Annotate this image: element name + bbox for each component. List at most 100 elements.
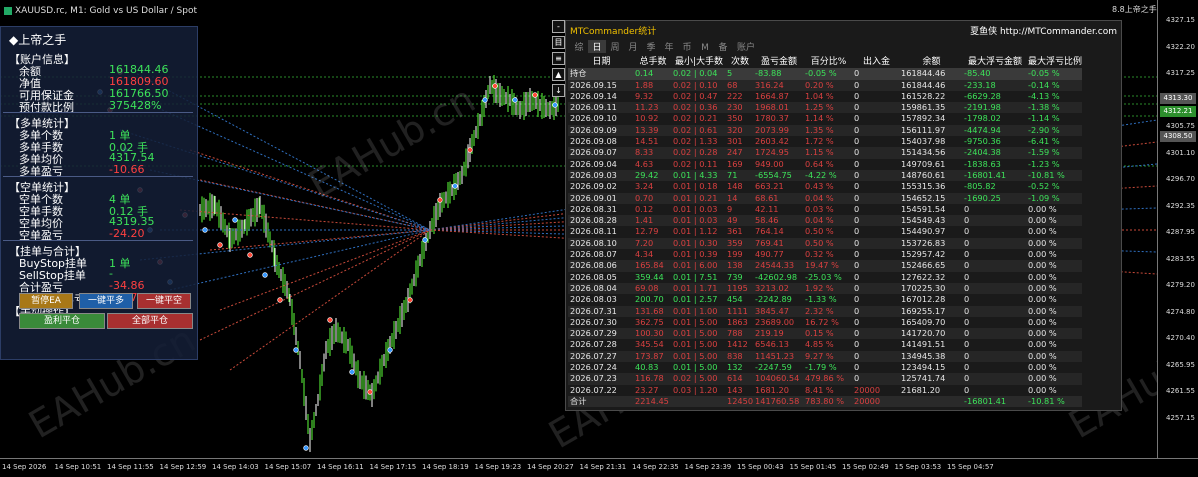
table-cell: 0	[854, 124, 860, 135]
table-cell: -6554.75	[755, 169, 792, 180]
table-cell: -83.88	[755, 68, 782, 79]
table-row: 2026.09.01 0.70 0.01 | 0.21 14 68.61 0.04 % 0 1…	[568, 192, 1083, 204]
table-cell: 8.33	[635, 147, 654, 158]
close-long-button[interactable]: 一键平多	[79, 293, 133, 309]
table-cell: 154037.98	[901, 136, 946, 147]
table-cell: 0.00 %	[1028, 294, 1057, 305]
table-cell: 0.02 | 0.04	[673, 68, 718, 79]
price-scale[interactable]: 4327.154322.204317.254310.704305.754301.…	[1157, 0, 1198, 458]
table-cell: -1.33 %	[805, 294, 837, 305]
mtc-title: MTCommander统计	[570, 27, 657, 37]
mtc-side-button[interactable]: -	[552, 20, 565, 33]
table-cell: 769.41	[755, 237, 784, 248]
price-tick-label: 4322.20	[1166, 42, 1195, 51]
table-cell: 2026.08.31	[570, 203, 617, 214]
table-row: 2026.08.06 165.84 0.01 | 6.00 138 24544.33 19…	[568, 260, 1083, 272]
close-profit-button[interactable]: 盈利平仓	[19, 313, 105, 329]
mtc-tab[interactable]: 币	[678, 40, 696, 53]
pause-ea-button[interactable]: 暂停EA	[19, 293, 73, 309]
table-cell: 0	[854, 316, 860, 327]
table-cell: 29.42	[635, 169, 659, 180]
order-marker	[232, 217, 238, 223]
table-cell: 8.41 %	[805, 384, 834, 395]
table-cell: -1.79 %	[805, 362, 837, 373]
mtc-tab[interactable]: 日	[588, 40, 606, 53]
mtc-tab[interactable]: 月	[624, 40, 642, 53]
table-cell: 0.02 | 0.61	[673, 124, 718, 135]
mtc-side-button[interactable]: ▲	[552, 68, 565, 81]
order-marker	[552, 102, 558, 108]
table-total-row: 合计 2214.45 12450 141760.58 783.80 % 20000 -168…	[568, 395, 1083, 408]
mtc-tab[interactable]: M	[696, 43, 714, 53]
mtc-tab[interactable]: 年	[660, 40, 678, 53]
table-cell: 14.51	[635, 136, 659, 147]
table-cell: 2026.08.28	[570, 215, 617, 226]
table-cell: 0.14	[635, 68, 654, 79]
mtc-tab[interactable]: 综	[570, 40, 588, 53]
mtc-brand[interactable]: 夏鱼侠 http://MTCommander.com	[970, 24, 1117, 37]
time-tick-label: 14 Sep 21:31	[579, 463, 627, 471]
table-cell: 0.03 | 1.20	[673, 384, 718, 395]
table-cell: 100.30	[635, 328, 664, 339]
table-cell: 11.23	[635, 102, 659, 113]
table-cell: 116.78	[635, 373, 664, 384]
total-cell: 12450	[727, 395, 754, 406]
mtc-side-button[interactable]: 目	[552, 36, 565, 49]
total-cell: 141760.58	[755, 395, 800, 406]
table-cell: 1.92 %	[805, 282, 834, 293]
table-cell: 0.00 %	[1028, 350, 1057, 361]
table-cell: -2191.98	[964, 102, 1001, 113]
table-cell: 2026.08.07	[570, 249, 617, 260]
table-cell: 0	[854, 147, 860, 158]
table-cell: 0.02 | 0.10	[673, 79, 718, 90]
table-cell: 359	[727, 237, 743, 248]
chart-symbol-icon	[4, 6, 12, 15]
table-cell: -0.05 %	[1028, 68, 1060, 79]
table-cell: 19.47 %	[805, 260, 839, 271]
table-cell: -25.03 %	[805, 271, 842, 282]
table-cell: 1111	[727, 305, 748, 316]
table-cell: 0	[854, 237, 860, 248]
table-cell: -1690.25	[964, 192, 1001, 203]
close-all-button[interactable]: 全部平仓	[107, 313, 193, 329]
order-marker	[327, 317, 333, 323]
table-cell: 0	[854, 350, 860, 361]
time-scale[interactable]: 14 Sep 2026 14 Sep 10:51 14 Sep 11:55 14 Se…	[0, 458, 1198, 477]
time-tick-label: 14 Sep 20:27	[527, 463, 574, 471]
table-cell: 2073.99	[755, 124, 789, 135]
table-cell: 838	[727, 350, 743, 361]
table-cell: 2026.09.08	[570, 136, 617, 147]
table-cell: 134945.38	[901, 350, 946, 361]
order-marker	[467, 147, 473, 153]
table-cell: 23.27	[635, 384, 659, 395]
mtc-side-button[interactable]: ↓	[552, 84, 565, 97]
table-cell: 0.01 | 6.00	[673, 260, 718, 271]
table-cell: 2026.07.30	[570, 316, 617, 327]
table-cell: 247	[727, 147, 743, 158]
table-cell: 0.00 %	[1028, 328, 1057, 339]
table-cell: 24544.33	[755, 260, 795, 271]
price-tick-label: 4257.15	[1166, 413, 1195, 422]
table-row: 2026.08.05 359.44 0.01 | 7.51 739 -42602.98-…	[568, 272, 1082, 283]
table-header-row: 日期 总手数 最小|大手数 次数 盈亏金额 百分比% 出入金 余额 最大浮亏金额 最大浮亏比例	[568, 57, 1082, 68]
table-cell: 0.00 %	[1028, 249, 1057, 260]
order-marker	[202, 227, 208, 233]
mtc-side-button[interactable]: ≡	[552, 52, 565, 65]
table-cell: 739	[727, 271, 743, 282]
table-cell: 0.00 %	[1028, 339, 1057, 350]
table-cell: 2026.08.05	[570, 271, 617, 282]
table-cell: -1.09 %	[1028, 192, 1060, 203]
table-cell: 2026.07.31	[570, 305, 617, 316]
time-tick-label: 15 Sep 01:45	[789, 463, 837, 471]
close-short-button[interactable]: 一键平空	[137, 293, 191, 309]
mtc-tab[interactable]: 备	[714, 40, 732, 53]
table-row: 2026.09.10 10.92 0.02 | 0.21 350 1780.37 1.14…	[568, 113, 1082, 124]
mtc-tab[interactable]: 季	[642, 40, 660, 53]
table-cell: 1195	[727, 282, 748, 293]
mtc-tab[interactable]: 周	[606, 40, 624, 53]
table-cell: 156111.97	[901, 124, 946, 135]
mtc-tab[interactable]: 账户	[732, 40, 760, 53]
account-row-value: 375428%	[109, 99, 162, 112]
table-row: 2026.07.31 131.68 0.01 | 1.00 1111 3845.47 2.…	[568, 305, 1083, 317]
table-cell: 157892.34	[901, 113, 946, 124]
